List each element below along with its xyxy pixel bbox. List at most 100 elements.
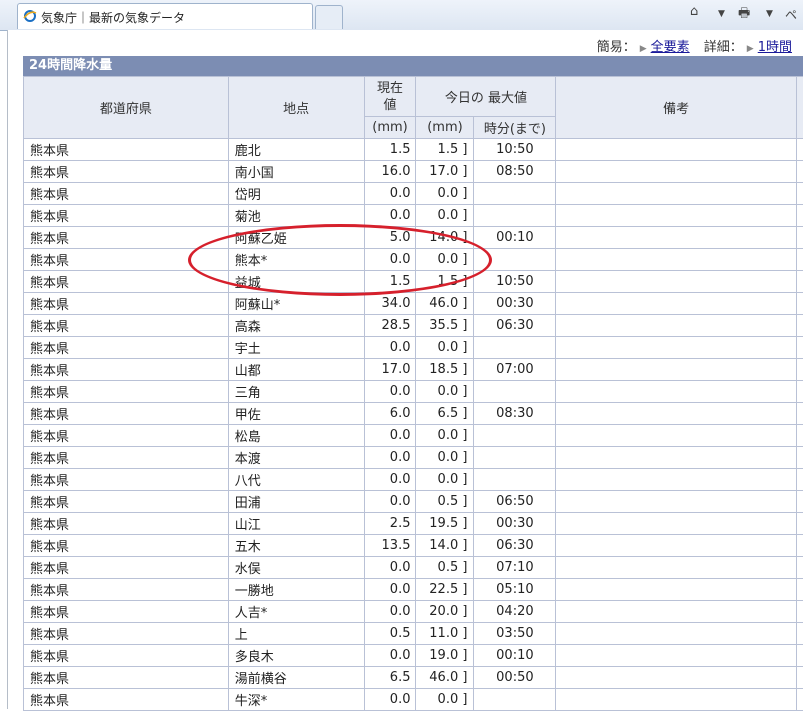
cell-current: 0.0 [364, 579, 416, 601]
home-dropdown-icon[interactable]: ▼ [718, 9, 725, 29]
cell-remarks [556, 359, 797, 381]
table-row: 熊本県阿蘇乙姫5.014.0 ]00:10 [24, 227, 803, 249]
cell-pref: 熊本県 [24, 315, 229, 337]
precipitation-panel: 24時間降水量 都道府県 地点 現在 値 今日の 最大値 備考 [23, 56, 803, 711]
table-row: 熊本県鹿北1.51.5 ]10:50 [24, 139, 803, 161]
table-row: 熊本県松島0.00.0 ] [24, 425, 803, 447]
cell-current: 0.0 [364, 601, 416, 623]
cell-remarks [556, 249, 797, 271]
cell-extra [796, 249, 803, 271]
table-row: 熊本県宇土0.00.0 ] [24, 337, 803, 359]
cell-pref: 熊本県 [24, 645, 229, 667]
cell-time: 00:10 [474, 645, 556, 667]
tab-title: 気象庁｜最新の気象データ [41, 9, 185, 26]
cell-place: 牛深* [228, 689, 364, 711]
browser-tab-bar: 気象庁｜最新の気象データ ⌂ ▼ 🖶 ▼ ペ [0, 0, 803, 31]
cell-pref: 熊本県 [24, 535, 229, 557]
cell-remarks [556, 623, 797, 645]
cell-pref: 熊本県 [24, 271, 229, 293]
cell-pref: 熊本県 [24, 403, 229, 425]
cell-time: 00:10 [474, 227, 556, 249]
cell-place: 宇土 [228, 337, 364, 359]
cell-extra [796, 469, 803, 491]
header-place: 地点 [228, 77, 364, 139]
cell-pref: 熊本県 [24, 381, 229, 403]
cell-time [474, 381, 556, 403]
home-icon[interactable]: ⌂ [690, 4, 698, 24]
page-menu[interactable]: ペ [785, 6, 797, 26]
cell-current: 2.5 [364, 513, 416, 535]
table-row: 熊本県人吉*0.020.0 ]04:20 [24, 601, 803, 623]
precipitation-table: 都道府県 地点 現在 値 今日の 最大値 備考 (mm) (mm) 時分(まで)… [23, 76, 803, 711]
cell-pref: 熊本県 [24, 425, 229, 447]
header-current-line2: 値 [383, 98, 396, 113]
table-row: 熊本県高森28.535.5 ]06:30 [24, 315, 803, 337]
cell-remarks [556, 271, 797, 293]
cell-current: 17.0 [364, 359, 416, 381]
cell-extra [796, 447, 803, 469]
arrow-icon: ▶ [747, 44, 754, 54]
cell-remarks [556, 337, 797, 359]
cell-place: 上 [228, 623, 364, 645]
cell-place: 甲佐 [228, 403, 364, 425]
cell-extra [796, 403, 803, 425]
cell-current: 0.0 [364, 447, 416, 469]
table-row: 熊本県三角0.00.0 ] [24, 381, 803, 403]
new-tab-button[interactable] [315, 5, 343, 29]
header-pref: 都道府県 [24, 77, 229, 139]
cell-time: 08:50 [474, 161, 556, 183]
cell-max: 22.5 ] [416, 579, 474, 601]
cell-place: 熊本* [228, 249, 364, 271]
one-hour-link[interactable]: 1時間 [758, 40, 792, 55]
cell-remarks [556, 645, 797, 667]
cell-pref: 熊本県 [24, 491, 229, 513]
cell-max: 17.0 ] [416, 161, 474, 183]
detail-label: 詳細： [704, 40, 743, 55]
table-row: 熊本県水俣0.00.5 ]07:10 [24, 557, 803, 579]
browser-tab[interactable]: 気象庁｜最新の気象データ [17, 3, 313, 29]
cell-pref: 熊本県 [24, 469, 229, 491]
cell-max: 19.0 ] [416, 645, 474, 667]
cell-pref: 熊本県 [24, 183, 229, 205]
cell-current: 0.0 [364, 557, 416, 579]
cell-max: 0.0 ] [416, 447, 474, 469]
cell-place: 南小国 [228, 161, 364, 183]
cell-pref: 熊本県 [24, 667, 229, 689]
cell-place: 一勝地 [228, 579, 364, 601]
cell-remarks [556, 689, 797, 711]
table-row: 熊本県阿蘇山*34.046.0 ]00:30 [24, 293, 803, 315]
table-row: 熊本県本渡0.00.0 ] [24, 447, 803, 469]
table-row: 熊本県熊本*0.00.0 ] [24, 249, 803, 271]
cell-extra [796, 359, 803, 381]
cell-extra [796, 601, 803, 623]
cell-max: 6.5 ] [416, 403, 474, 425]
cell-time: 00:50 [474, 667, 556, 689]
cell-current: 0.0 [364, 205, 416, 227]
cell-extra [796, 667, 803, 689]
table-row: 熊本県山江2.519.5 ]00:30 [24, 513, 803, 535]
ie-icon [23, 9, 37, 23]
cell-pref: 熊本県 [24, 359, 229, 381]
cell-current: 0.0 [364, 491, 416, 513]
cell-time: 00:30 [474, 513, 556, 535]
cell-remarks [556, 491, 797, 513]
cell-place: 益城 [228, 271, 364, 293]
cell-max: 0.0 ] [416, 469, 474, 491]
cell-remarks [556, 579, 797, 601]
cell-time [474, 183, 556, 205]
cell-place: 三角 [228, 381, 364, 403]
cell-max: 46.0 ] [416, 667, 474, 689]
cell-current: 0.0 [364, 469, 416, 491]
cell-place: 五木 [228, 535, 364, 557]
cell-time: 10:50 [474, 139, 556, 161]
table-row: 熊本県田浦0.00.5 ]06:50 [24, 491, 803, 513]
cell-place: 高森 [228, 315, 364, 337]
cell-max: 0.0 ] [416, 425, 474, 447]
print-dropdown-icon[interactable]: ▼ [766, 9, 773, 29]
cell-time [474, 469, 556, 491]
all-elements-link[interactable]: 全要素 [651, 40, 690, 55]
cell-extra [796, 557, 803, 579]
print-icon[interactable]: 🖶 [738, 4, 750, 24]
cell-remarks [556, 535, 797, 557]
cell-pref: 熊本県 [24, 447, 229, 469]
